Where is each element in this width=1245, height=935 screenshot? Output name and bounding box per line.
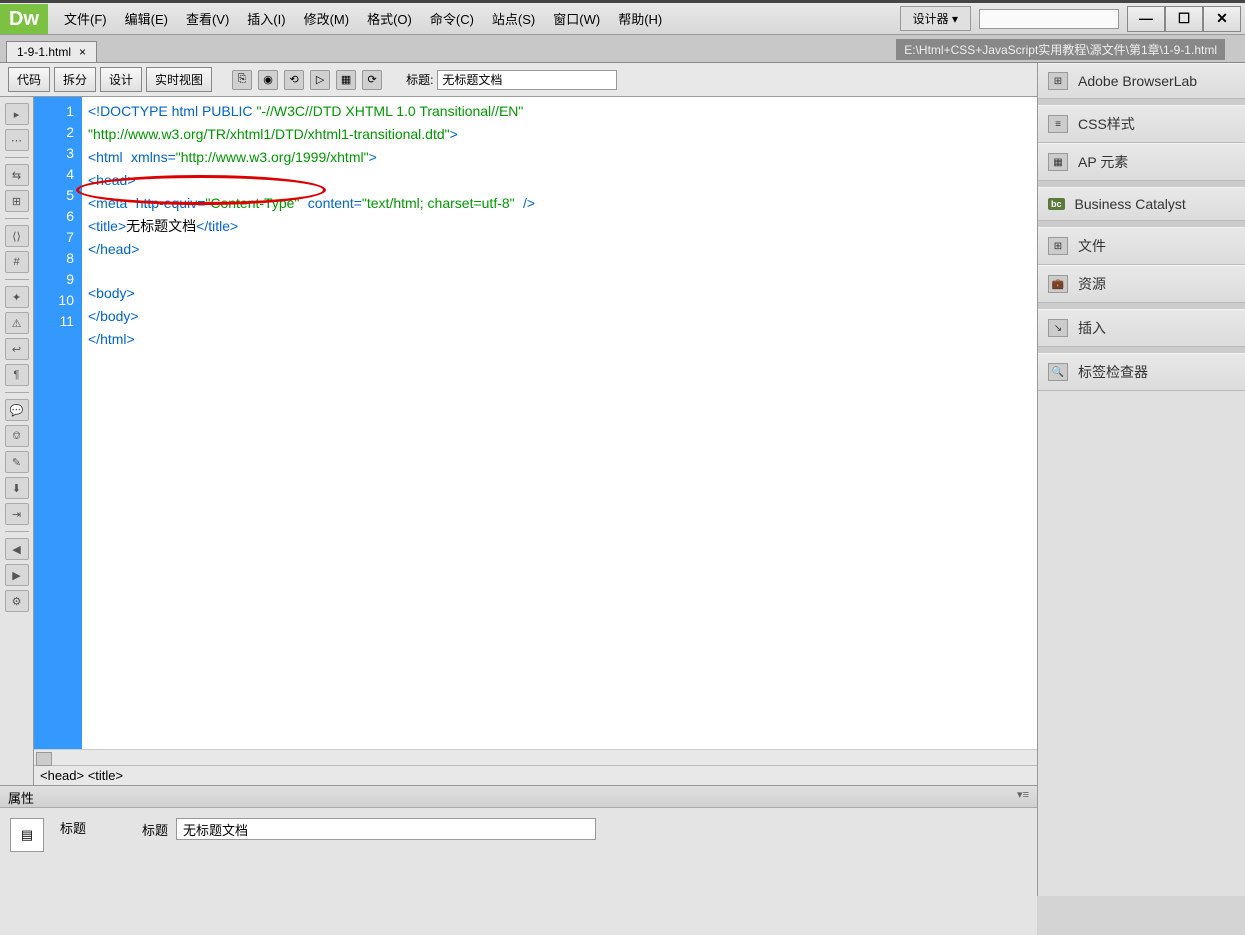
menu-format[interactable]: 格式(O)	[359, 5, 420, 32]
panel-business-catalyst[interactable]: bc Business Catalyst	[1038, 187, 1245, 221]
toolbar-icon-3[interactable]: ⟲	[284, 70, 304, 90]
toolbar-icon-5[interactable]: ▦	[336, 70, 356, 90]
panel-label: 标签检查器	[1078, 362, 1148, 382]
browserlab-icon: ⊞	[1048, 72, 1068, 90]
panel-ap-elements[interactable]: ▦ AP 元素	[1038, 143, 1245, 181]
file-tab-label: 1-9-1.html	[17, 45, 71, 59]
close-button[interactable]: ✕	[1203, 6, 1241, 32]
move-css-icon[interactable]: ⬇	[5, 477, 29, 499]
menu-window[interactable]: 窗口(W)	[545, 5, 608, 32]
word-wrap-icon[interactable]: ↩	[5, 338, 29, 360]
property-category-icon[interactable]: ▤	[10, 818, 44, 852]
bc-icon: bc	[1048, 198, 1065, 210]
live-view-button[interactable]: 实时视图	[146, 67, 212, 92]
menu-file[interactable]: 文件(F)	[56, 5, 115, 32]
menubar: Dw 文件(F) 编辑(E) 查看(V) 插入(I) 修改(M) 格式(O) 命…	[0, 3, 1245, 35]
properties-title: 属性	[8, 788, 34, 805]
design-view-button[interactable]: 设计	[100, 67, 142, 92]
file-tab-close-icon[interactable]: ×	[79, 45, 86, 59]
expand-all-icon[interactable]: ⇆	[5, 164, 29, 186]
syntax-error-icon[interactable]: ⚠	[5, 312, 29, 334]
balance-braces-icon[interactable]: ⟨⟩	[5, 225, 29, 247]
properties-panel: 属性 ▾≡ ▤ 标题 标题	[0, 785, 1037, 935]
panel-label: AP 元素	[1078, 152, 1128, 172]
panel-label: 文件	[1078, 236, 1106, 256]
maximize-button[interactable]: ☐	[1165, 6, 1203, 32]
minimize-button[interactable]: —	[1127, 6, 1165, 32]
file-path-display: E:\Html+CSS+JavaScript实用教程\源文件\第1章\1-9-1…	[896, 39, 1225, 60]
properties-header[interactable]: 属性 ▾≡	[0, 786, 1037, 808]
code-view-button[interactable]: 代码	[8, 67, 50, 92]
insert-icon: ↘	[1048, 319, 1068, 337]
toolbar-icon-1[interactable]: ⎘	[232, 70, 252, 90]
file-tab[interactable]: 1-9-1.html ×	[6, 41, 97, 62]
panel-menu-icon[interactable]: ▾≡	[1017, 788, 1029, 805]
property-title-input[interactable]	[176, 818, 596, 840]
comment-icon[interactable]: 💬	[5, 399, 29, 421]
wrap-tag-icon[interactable]: ⎊	[5, 425, 29, 447]
hidden-chars-icon[interactable]: ¶	[5, 364, 29, 386]
panel-insert[interactable]: ↘ 插入	[1038, 309, 1245, 347]
document-tab-bar: 1-9-1.html × E:\Html+CSS+JavaScript实用教程\…	[0, 35, 1245, 63]
indent-right-icon[interactable]: ▶	[5, 564, 29, 586]
menu-help[interactable]: 帮助(H)	[610, 5, 670, 32]
menu-commands[interactable]: 命令(C)	[422, 5, 482, 32]
panel-files[interactable]: ⊞ 文件	[1038, 227, 1245, 265]
select-parent-icon[interactable]: ⊞	[5, 190, 29, 212]
collapse-icon[interactable]: ⋯	[5, 129, 29, 151]
panel-label: Business Catalyst	[1075, 196, 1186, 212]
menu-items: 文件(F) 编辑(E) 查看(V) 插入(I) 修改(M) 格式(O) 命令(C…	[56, 5, 670, 32]
line-numbers-icon[interactable]: #	[5, 251, 29, 273]
refresh-icon[interactable]: ⟳	[362, 70, 382, 90]
panel-label: CSS样式	[1078, 114, 1135, 134]
menu-insert[interactable]: 插入(I)	[239, 5, 293, 32]
menu-edit[interactable]: 编辑(E)	[117, 5, 176, 32]
panel-browserlab[interactable]: ⊞ Adobe BrowserLab	[1038, 63, 1245, 99]
panel-tag-inspector[interactable]: 🔍 标签检查器	[1038, 353, 1245, 391]
format-code-icon[interactable]: ⚙	[5, 590, 29, 612]
panel-label: 资源	[1078, 274, 1106, 294]
panel-label: Adobe BrowserLab	[1078, 73, 1197, 89]
recent-snippets-icon[interactable]: ✎	[5, 451, 29, 473]
property-label-title2: 标题	[142, 820, 168, 839]
panel-assets[interactable]: 💼 资源	[1038, 265, 1245, 303]
workspace-switcher[interactable]: 设计器 ▾	[900, 6, 971, 31]
menu-modify[interactable]: 修改(M)	[296, 5, 358, 32]
panel-label: 插入	[1078, 318, 1106, 338]
globe-icon[interactable]: ◉	[258, 70, 278, 90]
tag-inspector-icon: 🔍	[1048, 363, 1068, 381]
open-documents-icon[interactable]: ▸	[5, 103, 29, 125]
outdent-left-icon[interactable]: ◀	[5, 538, 29, 560]
ap-icon: ▦	[1048, 153, 1068, 171]
panel-css-styles[interactable]: ≡ CSS样式	[1038, 105, 1245, 143]
indent-icon[interactable]: ⇥	[5, 503, 29, 525]
line-number-gutter: 1234567891011	[34, 97, 82, 749]
highlight-icon[interactable]: ✦	[5, 286, 29, 308]
right-panel-dock: ⊞ Adobe BrowserLab ≡ CSS样式 ▦ AP 元素 bc Busine…	[1037, 63, 1245, 896]
files-icon: ⊞	[1048, 237, 1068, 255]
search-input[interactable]	[979, 9, 1119, 29]
dreamweaver-logo: Dw	[0, 4, 48, 34]
tag-breadcrumb[interactable]: <head> <title>	[40, 768, 123, 783]
css-icon: ≡	[1048, 115, 1068, 133]
code-toolbar: ▸ ⋯ ⇆ ⊞ ⟨⟩ # ✦ ⚠ ↩ ¶ 💬 ⎊ ✎ ⬇ ⇥ ◀ ▶ ⚙	[0, 97, 34, 785]
split-view-button[interactable]: 拆分	[54, 67, 96, 92]
toolbar-icon-4[interactable]: ▷	[310, 70, 330, 90]
menu-view[interactable]: 查看(V)	[178, 5, 237, 32]
document-title-input[interactable]	[437, 70, 617, 90]
assets-icon: 💼	[1048, 275, 1068, 293]
title-label: 标题:	[406, 71, 433, 88]
menu-site[interactable]: 站点(S)	[484, 5, 543, 32]
property-label-title1: 标题	[60, 818, 86, 837]
